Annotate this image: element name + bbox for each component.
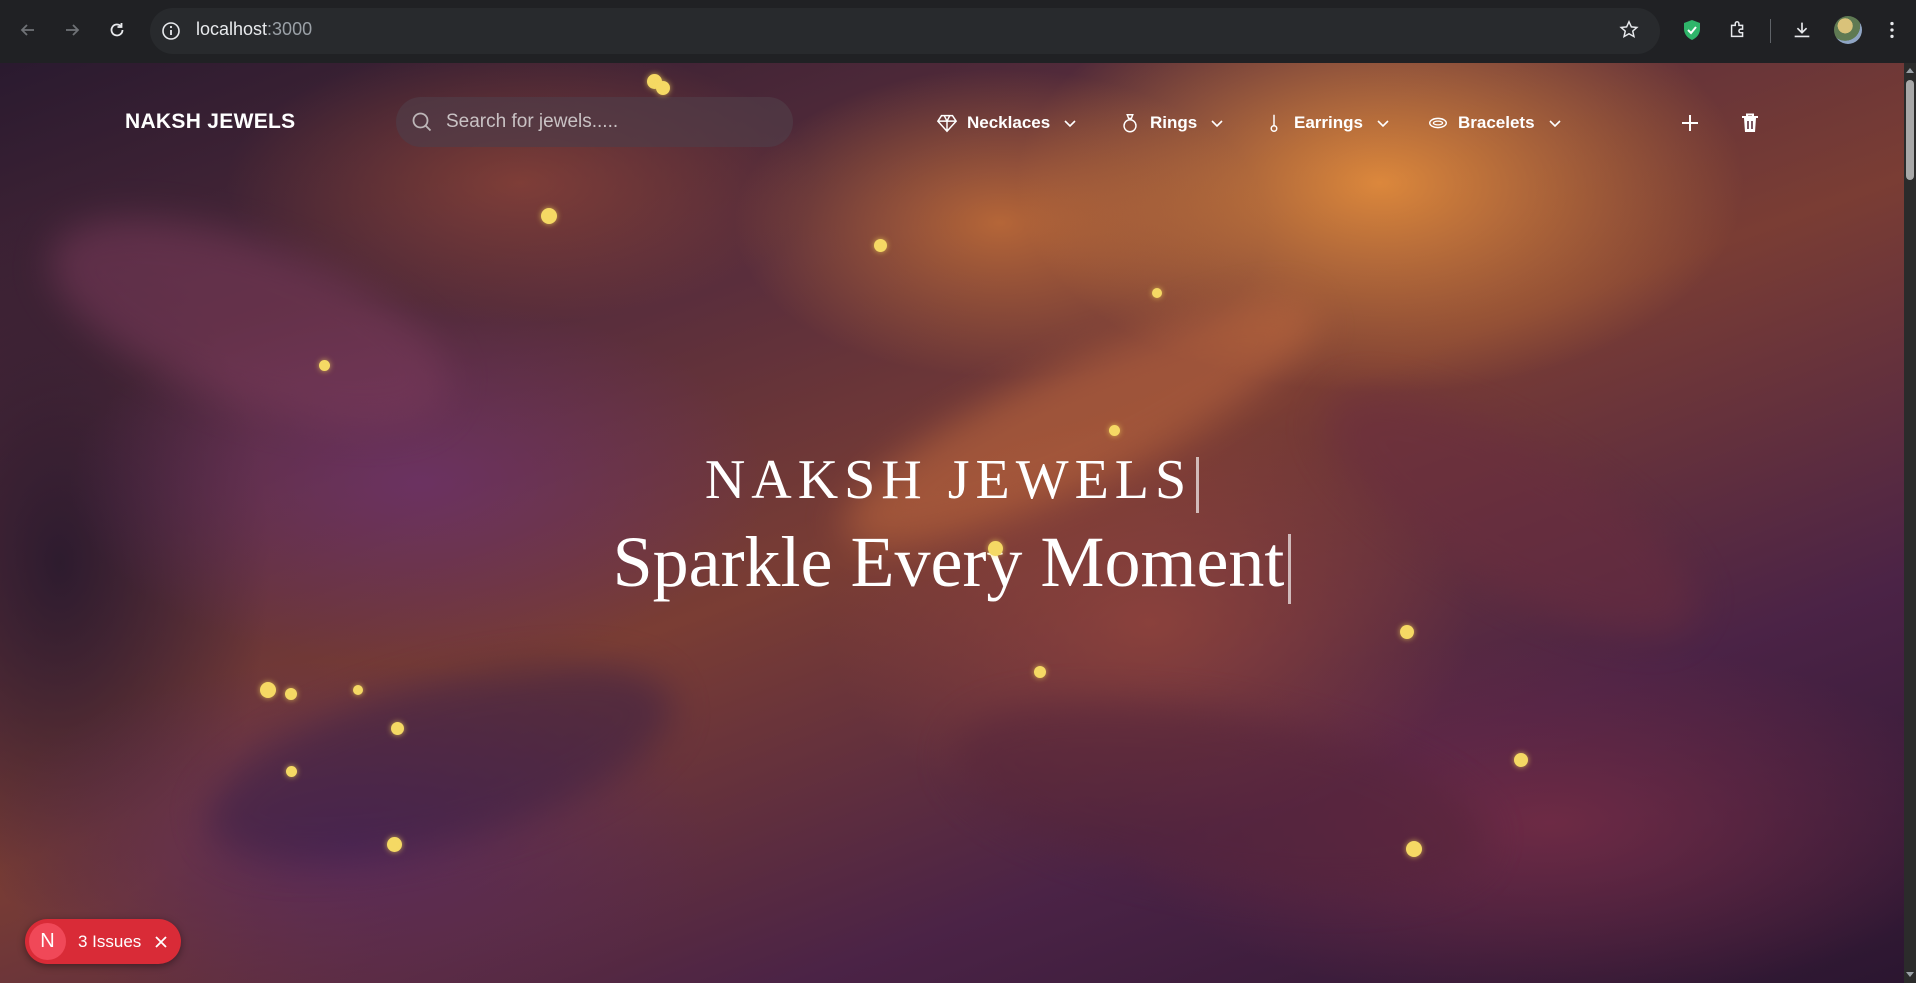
profile-avatar[interactable]: [1834, 16, 1862, 44]
address-bar[interactable]: [150, 8, 1660, 54]
issues-count-label: 3 Issues: [78, 931, 142, 951]
trash-icon[interactable]: [1736, 109, 1764, 137]
url-host: localhost: [196, 19, 268, 39]
nav-necklaces-label: Necklaces: [967, 113, 1051, 132]
scroll-up-arrow-icon[interactable]: [1906, 68, 1914, 73]
hero-title: NAKSH JEWELS: [0, 448, 1904, 514]
sparkle-dot: [874, 239, 887, 252]
sparkle-dot: [353, 685, 363, 695]
sparkle-dot: [286, 766, 297, 777]
scroll-down-arrow-icon[interactable]: [1906, 972, 1914, 977]
back-button[interactable]: [12, 14, 44, 46]
sparkle-dot: [285, 688, 297, 700]
sparkle-dot: [1400, 625, 1414, 639]
typing-caret: [1196, 457, 1200, 514]
close-icon[interactable]: [153, 934, 169, 950]
chevron-down-icon: [1064, 120, 1076, 128]
nav-rings[interactable]: Rings: [1118, 108, 1225, 138]
site-info-icon[interactable]: [160, 20, 182, 42]
reload-button[interactable]: [101, 14, 133, 46]
typing-caret: [1288, 534, 1292, 605]
hero-background: NAKSH JEWELS Necklaces Rings Earrings Br…: [0, 63, 1904, 983]
nav-earrings-label: Earrings: [1294, 113, 1363, 132]
extensions-puzzle-icon[interactable]: [1724, 16, 1752, 44]
nav-bracelets-label: Bracelets: [1458, 113, 1535, 132]
search-input[interactable]: [446, 97, 776, 147]
shield-extension-icon[interactable]: [1678, 16, 1706, 44]
url-port: :3000: [267, 19, 313, 39]
hero-title-text: NAKSH JEWELS: [704, 449, 1193, 511]
forward-button[interactable]: [56, 14, 88, 46]
hero-subtitle: Sparkle Every Moment: [0, 521, 1904, 605]
toolbar-divider: [1770, 19, 1771, 43]
earring-icon: [1262, 111, 1286, 135]
diamond-icon: [935, 111, 959, 135]
back-arrow-icon: [20, 24, 34, 36]
chevron-down-icon: [1211, 120, 1223, 128]
dev-issues-badge[interactable]: N 3 Issues: [25, 919, 181, 964]
page-scrollbar[interactable]: [1904, 63, 1916, 983]
reload-icon: [110, 23, 124, 37]
chevron-down-icon: [1548, 120, 1561, 128]
sparkle-dot: [319, 360, 330, 371]
more-menu-icon[interactable]: [1878, 16, 1906, 44]
forward-arrow-icon: [66, 24, 80, 36]
background-swirl: [187, 623, 693, 903]
ring-icon: [1118, 111, 1142, 135]
sparkle-dot: [656, 81, 670, 95]
sparkle-dot: [1034, 666, 1046, 678]
search-bar[interactable]: [396, 97, 793, 147]
downloads-icon[interactable]: [1788, 16, 1816, 44]
sparkle-dot: [988, 541, 1003, 556]
sparkle-dot: [260, 682, 276, 698]
chevron-down-icon: [1377, 120, 1389, 128]
nextjs-logo-icon: N: [29, 923, 66, 960]
add-icon[interactable]: [1676, 109, 1704, 137]
sparkle-dot: [387, 837, 402, 852]
search-icon: [412, 112, 432, 132]
nav-rings-label: Rings: [1150, 113, 1198, 132]
brand-logo[interactable]: NAKSH JEWELS: [125, 110, 295, 134]
bookmark-star-icon[interactable]: [1615, 16, 1643, 44]
url-text[interactable]: localhost:3000: [196, 19, 312, 40]
sparkle-dot: [1109, 425, 1120, 436]
bracelet-icon: [1426, 111, 1450, 135]
sparkle-dot: [541, 208, 557, 224]
nav-necklaces[interactable]: Necklaces: [935, 108, 1078, 138]
background-swirl: [939, 667, 1501, 929]
sparkle-dot: [391, 722, 404, 735]
browser-toolbar: localhost:3000: [0, 0, 1916, 63]
sparkle-dot: [1152, 288, 1162, 298]
sparkle-dot: [1514, 753, 1528, 767]
scrollbar-thumb[interactable]: [1906, 80, 1914, 180]
nav-bracelets[interactable]: Bracelets: [1426, 108, 1563, 138]
sparkle-dot: [1406, 841, 1422, 857]
hero-subtitle-text: Sparkle Every Moment: [612, 522, 1285, 602]
nav-earrings[interactable]: Earrings: [1262, 108, 1391, 138]
background-swirl: [25, 176, 475, 470]
